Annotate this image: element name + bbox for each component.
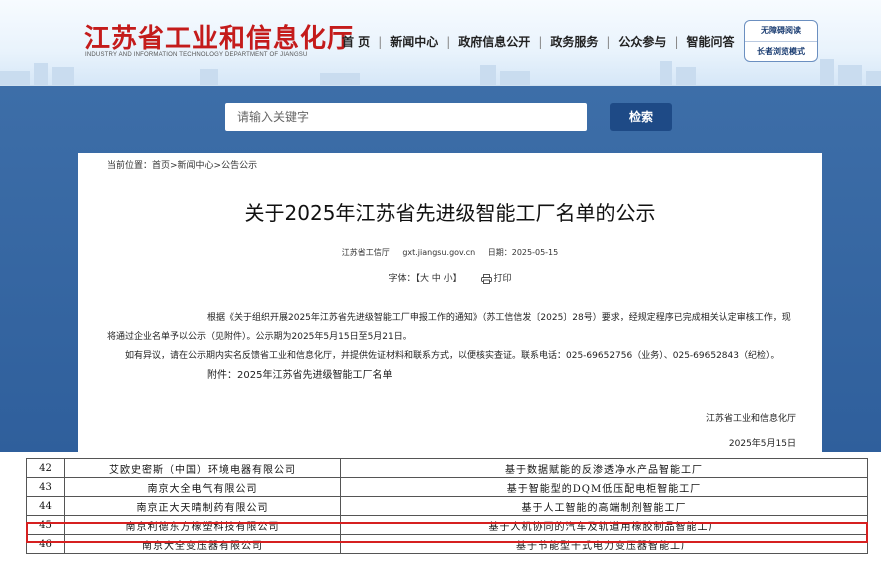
table-row: 46 南京大全变压器有限公司 基于节能型干式电力变压器智能工厂 — [26, 534, 868, 554]
project-name: 基于人机协同的汽车及轨道用橡胶制品智能工厂 — [340, 515, 868, 535]
project-name: 基于节能型干式电力变压器智能工厂 — [340, 534, 868, 554]
search-input[interactable]: 请输入关键字 — [225, 103, 587, 131]
article-source: 江苏省工信厅 — [341, 248, 390, 257]
accessibility-box: 无障碍阅读 长者浏览模式 — [744, 20, 818, 62]
site-header: 江苏省工业和信息化厅 INDUSTRY AND INFORMATION TECH… — [0, 0, 881, 86]
row-number: 46 — [26, 534, 65, 554]
accessible-reading-button[interactable]: 无障碍阅读 — [745, 21, 817, 41]
nav-public-participation[interactable]: 公众参与 — [610, 33, 674, 50]
row-number: 44 — [26, 496, 65, 516]
main-nav: 首 页 | 新闻中心 | 政府信息公开 | 政务服务 | 公众参与 | 智能问答 — [334, 33, 743, 50]
print-label: 打印 — [493, 274, 512, 284]
site-logo-title[interactable]: 江苏省工业和信息化厅 — [84, 18, 354, 55]
company-name: 南京正大天晴制药有限公司 — [64, 496, 341, 516]
article-site: gxt.jiangsu.gov.cn — [402, 248, 476, 257]
site-logo-subtitle: INDUSTRY AND INFORMATION TECHNOLOGY DEPA… — [85, 52, 308, 58]
article-tools: 字体：【大 中 小】 打印 — [78, 271, 822, 284]
table-row-highlighted: 45 南京利德东方橡塑科技有限公司 基于人机协同的汽车及轨道用橡胶制品智能工厂 — [26, 515, 868, 535]
article-paragraph: 如有异议，请在公示期内实名反馈省工业和信息化厅，并提供佐证材料和联系方式，以便核… — [125, 351, 780, 361]
table-row: 43 南京大全电气有限公司 基于智能型的DQM低压配电柜智能工厂 — [26, 477, 868, 497]
nav-smart-qa[interactable]: 智能问答 — [678, 33, 742, 50]
attachment-link[interactable]: 附件：2025年江苏省先进级智能工厂名单 — [107, 366, 797, 385]
article-date: 日期：2025-05-15 — [487, 248, 559, 257]
article-paragraph: 根据《关于组织开展2025年江苏省先进级智能工厂申报工作的通知》（苏工信信发〔2… — [107, 313, 791, 342]
elder-mode-button[interactable]: 长者浏览模式 — [745, 41, 817, 61]
company-name: 南京利德东方橡塑科技有限公司 — [64, 515, 341, 535]
print-button[interactable]: 打印 — [480, 273, 512, 284]
search-button[interactable]: 检索 — [610, 103, 672, 131]
signature-date: 2025年5月15日 — [728, 439, 796, 449]
nav-gov-info[interactable]: 政府信息公开 — [450, 33, 538, 50]
article-body: 根据《关于组织开展2025年江苏省先进级智能工厂申报工作的通知》（苏工信信发〔2… — [107, 309, 797, 385]
row-number: 45 — [26, 515, 65, 535]
company-name: 艾欧史密斯（中国）环境电器有限公司 — [64, 458, 341, 478]
table-row: 44 南京正大天晴制药有限公司 基于人工智能的高端制剂智能工厂 — [26, 496, 868, 516]
company-table: 42 艾欧史密斯（中国）环境电器有限公司 基于数据赋能的反渗透净水产品智能工厂 … — [26, 458, 868, 554]
article-meta: 江苏省工信厅 gxt.jiangsu.gov.cn 日期：2025-05-15 — [78, 247, 822, 258]
printer-icon — [480, 273, 492, 284]
font-size-selector[interactable]: 字体：【大 中 小】 — [388, 274, 461, 284]
nav-home[interactable]: 首 页 — [334, 33, 378, 50]
article-title: 关于2025年江苏省先进级智能工厂名单的公示 — [244, 201, 656, 225]
nav-gov-services[interactable]: 政务服务 — [542, 33, 606, 50]
project-name: 基于智能型的DQM低压配电柜智能工厂 — [340, 477, 868, 497]
table-row: 42 艾欧史密斯（中国）环境电器有限公司 基于数据赋能的反渗透净水产品智能工厂 — [26, 458, 868, 478]
breadcrumb[interactable]: 当前位置：首页>新闻中心>公告公示 — [107, 158, 257, 171]
row-number: 43 — [26, 477, 65, 497]
signature-org: 江苏省工业和信息化厅 — [705, 414, 796, 424]
project-name: 基于人工智能的高端制剂智能工厂 — [340, 496, 868, 516]
company-name: 南京大全电气有限公司 — [64, 477, 341, 497]
nav-news-center[interactable]: 新闻中心 — [382, 33, 446, 50]
company-name: 南京大全变压器有限公司 — [64, 534, 341, 554]
row-number: 42 — [26, 458, 65, 478]
project-name: 基于数据赋能的反渗透净水产品智能工厂 — [340, 458, 868, 478]
